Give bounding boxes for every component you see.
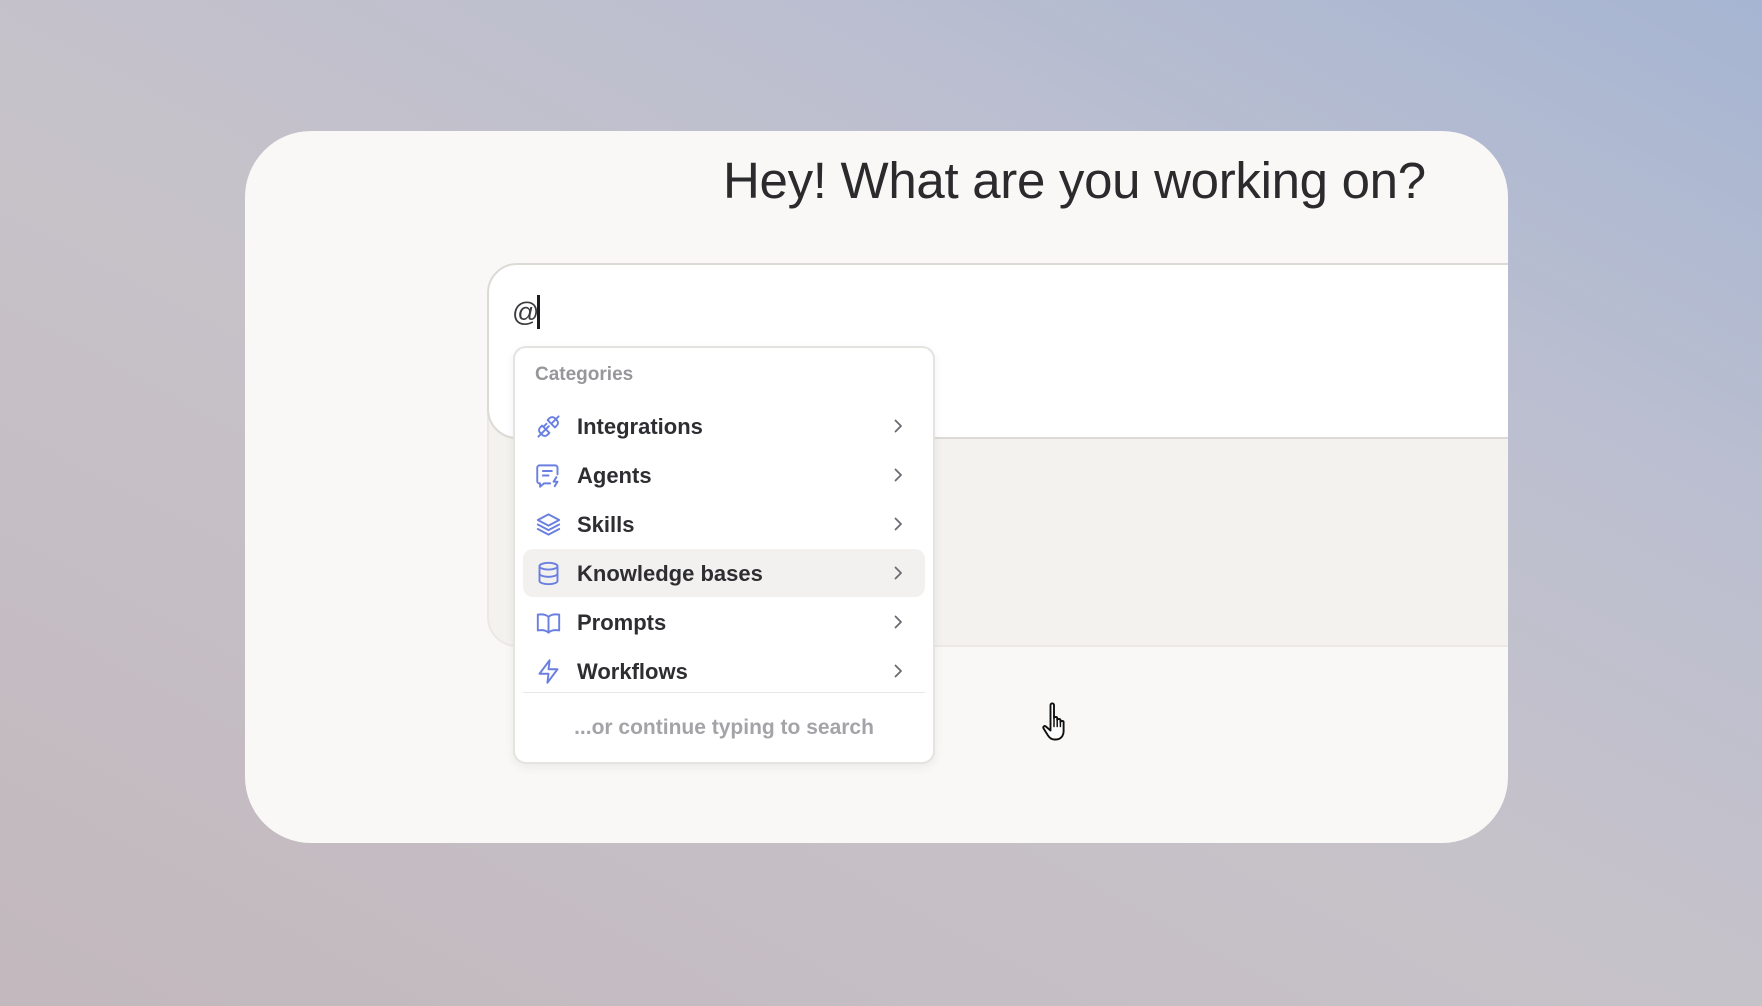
message-input-text[interactable]: @ <box>512 297 539 328</box>
book-icon <box>535 609 562 636</box>
menu-item-label: Prompts <box>577 610 667 635</box>
menu-item-skills[interactable]: Skills <box>523 500 925 548</box>
chat-bolt-icon <box>535 462 562 489</box>
menu-header: Categories <box>535 364 634 385</box>
menu-item-knowledge-bases[interactable]: Knowledge bases <box>523 549 925 597</box>
menu-item-label: Workflows <box>577 659 688 684</box>
chevron-right-icon <box>889 662 907 680</box>
menu-item-label: Integrations <box>577 414 703 439</box>
plug-icon <box>535 413 562 440</box>
menu-item-label: Skills <box>577 512 635 537</box>
menu-divider <box>523 692 925 693</box>
layers-icon <box>535 511 562 538</box>
lightning-icon <box>535 658 562 685</box>
chevron-right-icon <box>889 564 907 582</box>
chevron-right-icon <box>889 417 907 435</box>
main-card: Hey! What are you working on? @ Categori… <box>245 131 1508 843</box>
menu-item-workflows[interactable]: Workflows <box>523 647 925 695</box>
text-caret <box>537 295 540 329</box>
menu-item-label: Agents <box>577 463 652 488</box>
menu-item-label: Knowledge bases <box>577 561 763 586</box>
chevron-right-icon <box>889 466 907 484</box>
database-icon <box>535 560 562 587</box>
page-title: Hey! What are you working on? <box>723 152 1426 209</box>
menu-item-prompts[interactable]: Prompts <box>523 598 925 646</box>
menu-footer-hint: ...or continue typing to search <box>574 716 874 739</box>
menu-item-agents[interactable]: Agents <box>523 451 925 499</box>
mention-dropdown: Categories Integrations Agents Skills Kn… <box>513 346 935 764</box>
menu-item-integrations[interactable]: Integrations <box>523 402 925 450</box>
chevron-right-icon <box>889 613 907 631</box>
hand-pointer-icon <box>1041 701 1073 743</box>
chevron-right-icon <box>889 515 907 533</box>
